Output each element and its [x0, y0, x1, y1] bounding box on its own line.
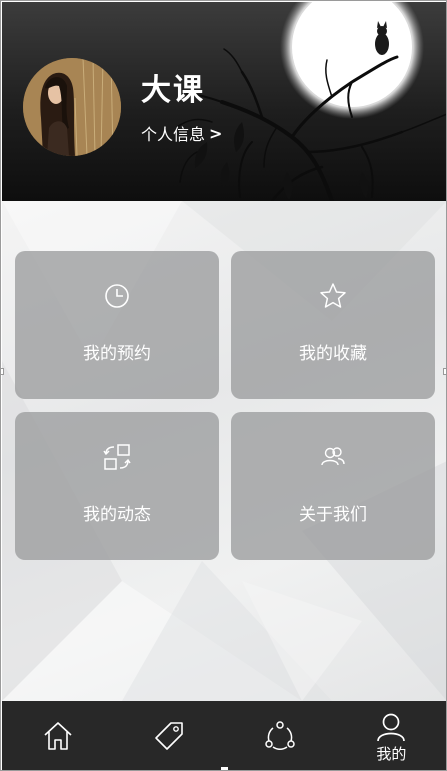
personal-info-link[interactable]: 个人信息 >: [141, 121, 222, 145]
tile-label: 关于我们: [299, 505, 367, 525]
chevron-right-icon: >: [209, 123, 223, 143]
right-resize-handle[interactable]: [443, 368, 446, 375]
tab-mine-label: 我的: [376, 745, 407, 763]
users-icon: [321, 447, 345, 466]
share-icon: [265, 721, 295, 750]
tile-my-favorites[interactable]: 我的收藏: [231, 251, 435, 399]
star-icon: [320, 283, 346, 308]
tab-tags[interactable]: [113, 701, 224, 770]
tile-label: 我的收藏: [299, 344, 367, 364]
swap-icon: [103, 444, 131, 470]
avatar[interactable]: [23, 58, 121, 156]
tile-my-appointments[interactable]: 我的预约: [15, 251, 219, 399]
tile-about-us[interactable]: 关于我们: [231, 412, 435, 560]
left-resize-handle[interactable]: [1, 368, 4, 375]
tile-my-updates[interactable]: 我的动态: [15, 412, 219, 560]
bottom-resize-handle[interactable]: [221, 767, 228, 770]
tab-home[interactable]: [2, 701, 113, 770]
app-frame: 大课 个人信息 > 我的预约 我的收藏 我的动态 关于我们 我的: [0, 0, 447, 771]
tag-icon: [155, 722, 183, 750]
tab-share[interactable]: [225, 701, 336, 770]
user-icon: [377, 713, 406, 742]
bottom-tab-bar: 我的: [2, 701, 446, 770]
profile-header: 大课 个人信息 >: [2, 2, 446, 201]
tab-mine[interactable]: 我的: [336, 701, 446, 770]
clock-icon: [105, 284, 129, 308]
tile-label: 我的动态: [83, 505, 151, 525]
personal-info-label: 个人信息: [141, 125, 206, 144]
avatar-photo: [23, 58, 121, 156]
tile-label: 我的预约: [83, 344, 151, 364]
home-icon: [44, 722, 72, 750]
menu-grid-area: 我的预约 我的收藏 我的动态 关于我们: [2, 201, 446, 701]
user-name: 大课: [141, 73, 205, 108]
